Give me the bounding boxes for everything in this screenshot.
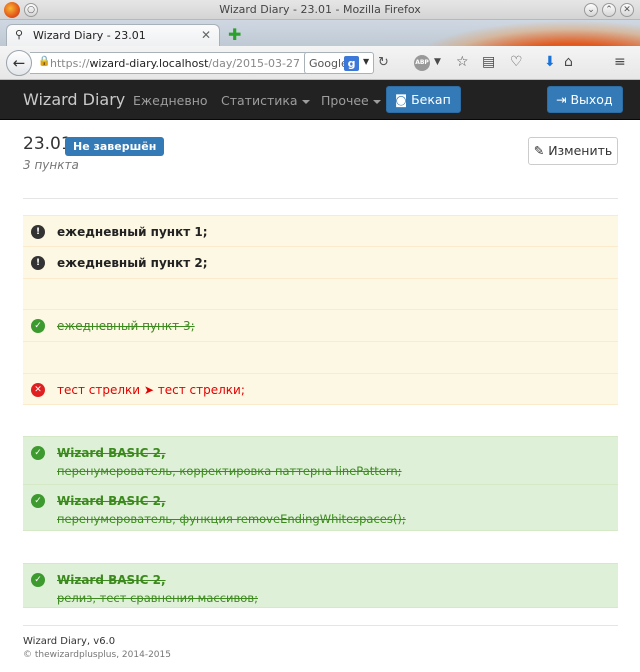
- footer-app-version: Wizard Diary, v6.0: [23, 636, 116, 647]
- nav-other-dropdown[interactable]: Прочее: [321, 93, 381, 108]
- nav-statistics-dropdown[interactable]: Статистика: [221, 93, 310, 108]
- footer-divider: [23, 625, 618, 626]
- wand-favicon-icon: ⚲: [15, 28, 24, 41]
- maximize-button[interactable]: ⌃: [602, 3, 616, 17]
- exclamation-icon: !: [31, 225, 45, 239]
- browser-toolbar: 🔒 https://wizard-diary.localhost/day/201…: [0, 46, 640, 80]
- search-box[interactable]: Google g ▼: [304, 52, 374, 74]
- app-navbar: Wizard Diary Ежедневно Статистика Прочее…: [0, 80, 640, 120]
- nav-daily-link[interactable]: Ежедневно: [133, 93, 208, 108]
- download-icon[interactable]: ⬇: [544, 54, 556, 70]
- item-text: ежедневный пункт 3;: [57, 319, 195, 333]
- caret-down-icon: [372, 99, 381, 104]
- item-detail: перенумерователь, корректировка паттерна…: [57, 464, 402, 478]
- home-icon[interactable]: ⌂: [564, 54, 573, 70]
- google-g-icon: g: [344, 56, 359, 71]
- search-engine-label: Google: [309, 57, 348, 70]
- item-text: ежедневный пункт 1;: [57, 225, 208, 239]
- list-item-empty: [23, 279, 618, 310]
- lock-icon: 🔒: [38, 56, 51, 67]
- tab-strip: ⚲ Wizard Diary - 23.01 ✕ ✚: [0, 20, 640, 46]
- backup-button[interactable]: ◙ Бекап: [386, 86, 461, 113]
- pocket-icon[interactable]: ♡: [510, 54, 523, 70]
- back-arrow-icon[interactable]: ←: [6, 50, 32, 76]
- close-window-button[interactable]: ✕: [620, 3, 634, 17]
- item-text: Wizard BASIC 2,: [57, 494, 166, 508]
- list-item: ! ежедневный пункт 2;: [23, 247, 618, 279]
- pencil-icon: ✎: [533, 143, 549, 158]
- points-count: 3 пункта: [23, 158, 79, 172]
- brand-link[interactable]: Wizard Diary: [23, 90, 125, 109]
- adblock-dropdown-icon[interactable]: ▼: [434, 57, 441, 67]
- minimize-button[interactable]: ⌄: [584, 3, 598, 17]
- backup-icon: ◙: [395, 92, 412, 107]
- tab-wizard-diary[interactable]: ⚲ Wizard Diary - 23.01 ✕: [6, 24, 220, 46]
- header-divider: [23, 198, 618, 199]
- edit-button[interactable]: ✎ Изменить: [528, 137, 618, 165]
- bookmark-star-icon[interactable]: ☆: [456, 54, 469, 70]
- item-detail: релиз, тест сравнения массивов;: [57, 591, 258, 605]
- reload-icon[interactable]: ↻: [378, 55, 389, 70]
- list-item: ✕ тест стрелки ➤ тест стрелки;: [23, 374, 618, 405]
- reading-list-icon[interactable]: ▤: [482, 54, 495, 70]
- window-title: Wizard Diary - 23.01 - Mozilla Firefox: [219, 3, 421, 16]
- cross-icon: ✕: [31, 383, 45, 397]
- item-detail: перенумерователь, функция removeEndingWh…: [57, 512, 406, 526]
- item-text: Wizard BASIC 2,: [57, 446, 166, 460]
- list-item: ✓ ежедневный пункт 3;: [23, 310, 618, 342]
- item-text: Wizard BASIC 2,: [57, 573, 166, 587]
- tab-close-icon[interactable]: ✕: [201, 28, 211, 42]
- theme-artwork: [410, 20, 640, 46]
- address-url: https://wizard-diary.localhost/day/2015-…: [50, 57, 300, 70]
- tab-title: Wizard Diary - 23.01: [33, 29, 146, 42]
- footer-copyright: © thewizardplusplus, 2014-2015: [23, 650, 171, 660]
- logout-icon: ⇥: [556, 92, 571, 107]
- adblock-icon[interactable]: ABP: [414, 55, 430, 71]
- check-icon: ✓: [31, 494, 45, 508]
- check-icon: ✓: [31, 319, 45, 333]
- list-item: ✓ Wizard BASIC 2, релиз, тест сравнения …: [23, 563, 618, 608]
- list-item: ✓ Wizard BASIC 2, перенумерователь, корр…: [23, 436, 618, 485]
- search-dropdown-icon[interactable]: ▼: [363, 57, 369, 66]
- window-titlebar: ○ Wizard Diary - 23.01 - Mozilla Firefox…: [0, 0, 640, 20]
- item-text: тест стрелки ➤ тест стрелки;: [57, 383, 245, 397]
- logout-button[interactable]: ⇥ Выход: [547, 86, 623, 113]
- list-item-empty: [23, 342, 618, 374]
- item-text: ежедневный пункт 2;: [57, 256, 208, 270]
- list-item: ✓ Wizard BASIC 2, перенумерователь, функ…: [23, 485, 618, 531]
- status-badge: Не завершён: [65, 137, 165, 156]
- check-icon: ✓: [31, 446, 45, 460]
- list-item: ! ежедневный пункт 1;: [23, 215, 618, 247]
- caret-down-icon: [301, 99, 310, 104]
- exclamation-icon: !: [31, 256, 45, 270]
- check-icon: ✓: [31, 573, 45, 587]
- menu-hamburger-icon[interactable]: ≡: [614, 54, 626, 70]
- new-tab-plus-icon[interactable]: ✚: [228, 27, 244, 43]
- address-bar[interactable]: 🔒 https://wizard-diary.localhost/day/201…: [30, 52, 308, 74]
- day-header: 23.01 Не завершён: [23, 134, 165, 156]
